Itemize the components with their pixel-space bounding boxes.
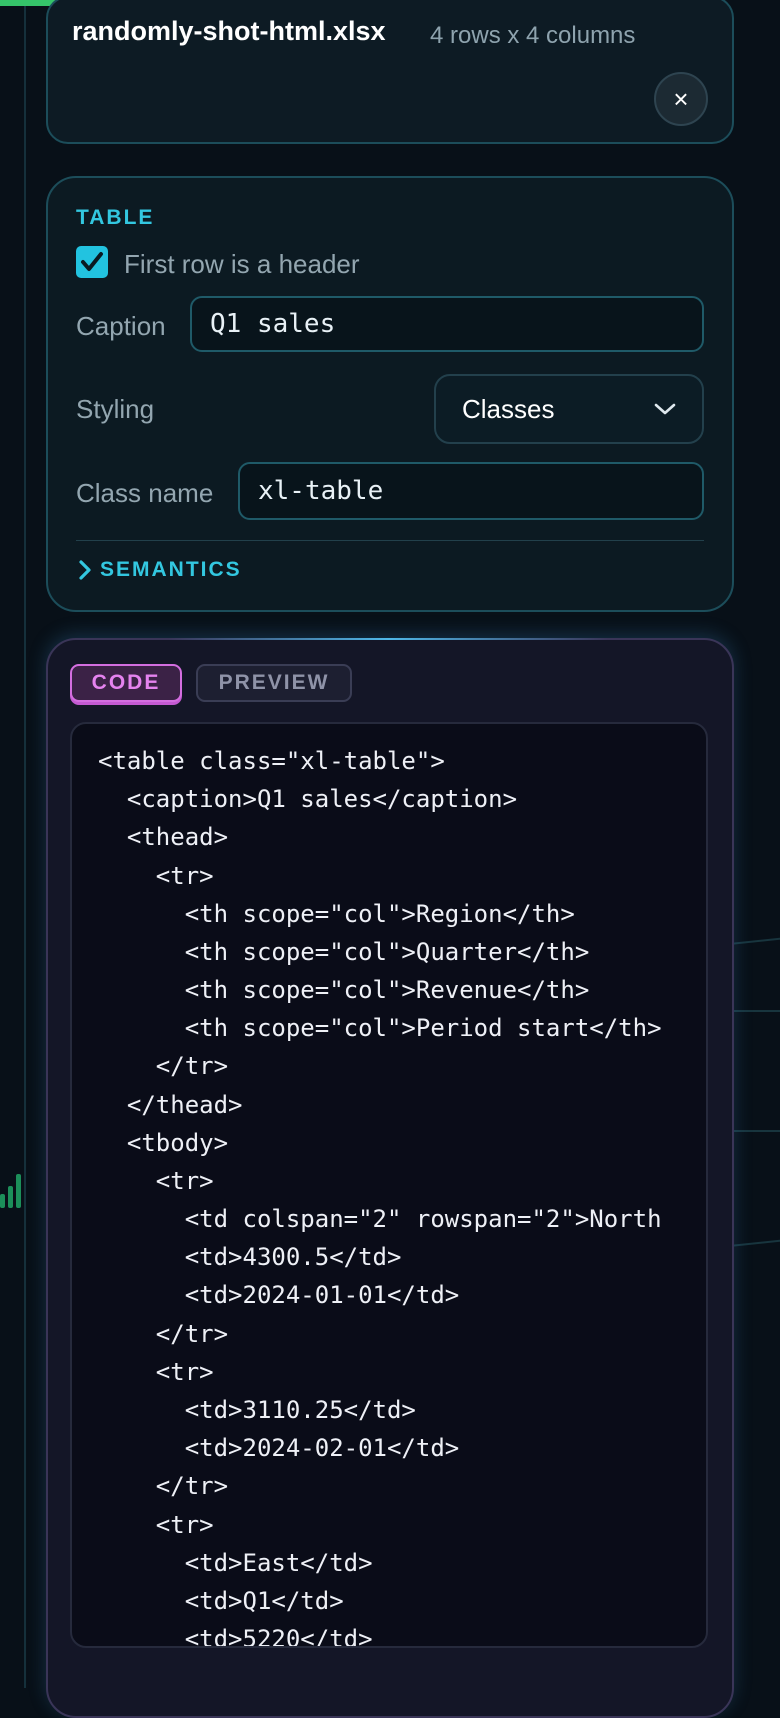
output-panel: CODE PREVIEW <table class="xl-table"> <c… (46, 638, 734, 1718)
caption-input-value: Q1 sales (210, 309, 336, 339)
class-name-input-value: xl-table (258, 476, 384, 506)
tab-preview[interactable]: PREVIEW (196, 664, 352, 702)
code-line: <td>Q1</td> (98, 1587, 344, 1615)
code-line: </tr> (98, 1472, 229, 1500)
semantics-toggle[interactable]: SEMANTICS (76, 558, 242, 582)
background-rail (24, 0, 26, 1688)
divider (76, 540, 704, 541)
semantics-label: SEMANTICS (100, 558, 242, 581)
code-line: <th scope="col">Period start</th> (98, 1014, 662, 1042)
chevron-down-icon (654, 403, 676, 415)
code-line: <td>5220</td> (98, 1625, 373, 1648)
chevron-right-icon (79, 560, 91, 580)
tab-code[interactable]: CODE (70, 664, 182, 702)
code-line: <th scope="col">Quarter</th> (98, 938, 590, 966)
file-name: randomly-shot-html.xlsx (72, 16, 386, 46)
file-dimensions: 4 rows x 4 columns (430, 22, 636, 49)
background-bars-decoration (0, 1148, 26, 1208)
code-line: <tr> (98, 862, 214, 890)
table-settings-panel: TABLE First row is a header Caption Q1 s… (46, 176, 734, 612)
checkmark-icon (81, 252, 103, 271)
code-line: <tr> (98, 1167, 214, 1195)
code-line: <table class="xl-table"> (98, 747, 445, 775)
code-block[interactable]: <table class="xl-table"> <caption>Q1 sal… (70, 722, 708, 1648)
header-row-checkbox-label[interactable]: First row is a header (124, 249, 360, 280)
class-name-label: Class name (76, 478, 214, 508)
code-line: </tr> (98, 1052, 229, 1080)
class-name-input[interactable]: xl-table (238, 462, 704, 520)
code-line: <thead> (98, 823, 229, 851)
close-button[interactable]: × (654, 72, 708, 126)
code-line: <td>2024-02-01</td> (98, 1434, 460, 1462)
code-line: <tr> (98, 1358, 214, 1386)
header-row-checkbox[interactable] (76, 246, 108, 278)
code-line: </tr> (98, 1320, 229, 1348)
code-line: <th scope="col">Revenue</th> (98, 976, 590, 1004)
code-line: <td colspan="2" rowspan="2">North (98, 1205, 662, 1233)
caption-label: Caption (76, 311, 166, 341)
code-line: <tr> (98, 1511, 214, 1539)
styling-label: Styling (76, 394, 155, 424)
code-line: <td>4300.5</td> (98, 1243, 402, 1271)
code-line: </thead> (98, 1091, 243, 1119)
styling-select[interactable]: Classes (434, 374, 704, 444)
file-header-card: randomly-shot-html.xlsx 4 rows x 4 colum… (46, 0, 734, 144)
close-icon: × (673, 84, 689, 114)
code-line: <th scope="col">Region</th> (98, 900, 575, 928)
code-line: <tbody> (98, 1129, 229, 1157)
code-line: <caption>Q1 sales</caption> (98, 785, 518, 813)
code-line: <td>East</td> (98, 1549, 373, 1577)
styling-selected-value: Classes (462, 393, 555, 424)
section-label-table: TABLE (76, 206, 155, 229)
code-line: <td>3110.25</td> (98, 1396, 416, 1424)
caption-input[interactable]: Q1 sales (190, 296, 704, 352)
code-line: <td>2024-01-01</td> (98, 1281, 460, 1309)
